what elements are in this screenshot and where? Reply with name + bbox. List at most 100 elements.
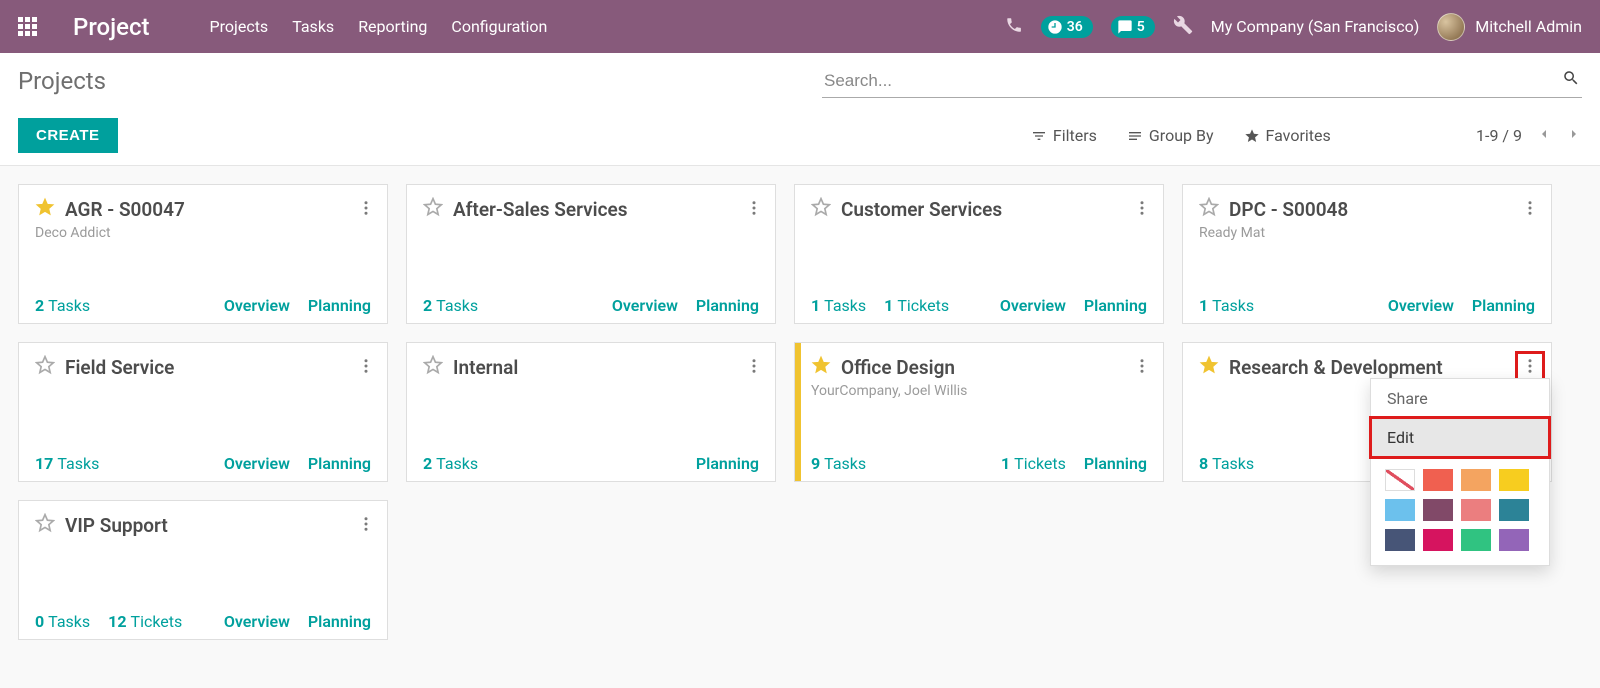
project-card[interactable]: VIP Support0 Tasks12 TicketsOverviewPlan… — [18, 500, 388, 640]
user-menu[interactable]: Mitchell Admin — [1437, 13, 1582, 41]
color-swatch[interactable] — [1461, 499, 1491, 521]
phone-icon[interactable] — [1005, 16, 1023, 38]
star-icon[interactable] — [1199, 197, 1219, 221]
project-link-overview[interactable]: Overview — [1000, 296, 1066, 315]
project-link-planning[interactable]: Planning — [1084, 454, 1147, 473]
project-link-tickets[interactable]: 1 Tickets — [1001, 454, 1066, 473]
card-menu-icon[interactable] — [1129, 353, 1155, 383]
project-link-tickets[interactable]: 12 Tickets — [108, 612, 182, 631]
pager-next[interactable] — [1566, 126, 1582, 146]
project-link-tasks[interactable]: 2 Tasks — [35, 296, 90, 315]
color-swatch[interactable] — [1499, 469, 1529, 491]
user-name: Mitchell Admin — [1475, 17, 1582, 36]
developer-tools-icon[interactable] — [1173, 15, 1193, 39]
project-card[interactable]: Customer Services 1 Tasks 1 Tickets Overvie… — [794, 184, 1164, 324]
project-stats: 1 Tasks 1 Tickets Overview Planning — [811, 296, 1147, 315]
project-link-planning[interactable]: Planning — [696, 454, 759, 473]
project-title: Customer Services — [841, 198, 1002, 221]
filters-toggle[interactable]: Filters — [1031, 126, 1097, 145]
nav-projects[interactable]: Projects — [210, 17, 269, 36]
pager-prev[interactable] — [1536, 126, 1552, 146]
card-menu-icon[interactable] — [353, 511, 379, 541]
project-link-planning[interactable]: Planning — [1472, 296, 1535, 315]
favorites-toggle[interactable]: Favorites — [1244, 126, 1331, 145]
color-swatch[interactable] — [1461, 469, 1491, 491]
project-link-tasks[interactable]: 2 Tasks — [423, 296, 478, 315]
apps-icon[interactable] — [18, 17, 37, 36]
project-link-tasks[interactable]: 1 Tasks — [811, 296, 866, 315]
project-title: Office Design — [841, 356, 955, 379]
top-navbar: Project Projects Tasks Reporting Configu… — [0, 0, 1600, 53]
color-swatch[interactable] — [1385, 469, 1415, 491]
star-icon[interactable] — [423, 355, 443, 379]
project-link-tasks[interactable]: 8 Tasks — [1199, 454, 1254, 473]
search-icon[interactable] — [1562, 69, 1580, 91]
card-menu-icon[interactable] — [353, 195, 379, 225]
project-card[interactable]: AGR - S00047 Deco Addict 2 Tasks Overview Pl… — [18, 184, 388, 324]
color-swatch[interactable] — [1423, 499, 1453, 521]
project-link-overview[interactable]: Overview — [224, 454, 290, 473]
card-context-menu: Share Edit — [1370, 378, 1550, 566]
project-link-overview[interactable]: Overview — [612, 296, 678, 315]
nav-tasks[interactable]: Tasks — [292, 17, 334, 36]
color-swatch[interactable] — [1499, 499, 1529, 521]
project-card[interactable]: Field Service17 TasksOverviewPlanning — [18, 342, 388, 482]
messages-badge[interactable]: 5 — [1111, 16, 1155, 38]
project-link-tasks[interactable]: 1 Tasks — [1199, 296, 1254, 315]
project-title: Internal — [453, 356, 518, 379]
project-link-tasks[interactable]: 2 Tasks — [423, 454, 478, 473]
star-icon[interactable] — [811, 197, 831, 221]
kanban-board: AGR - S00047 Deco Addict 2 Tasks Overview Pl… — [0, 166, 1600, 658]
card-menu-icon[interactable] — [353, 353, 379, 383]
star-icon[interactable] — [811, 355, 831, 379]
project-link-planning[interactable]: Planning — [1084, 296, 1147, 315]
color-swatch[interactable] — [1385, 499, 1415, 521]
star-icon[interactable] — [35, 355, 55, 379]
control-panel: Projects CREATE Filters Group By Favorit… — [0, 53, 1600, 166]
project-link-tasks[interactable]: 0 Tasks — [35, 612, 90, 631]
project-title: AGR - S00047 — [65, 198, 185, 221]
color-swatch[interactable] — [1499, 529, 1529, 551]
nav-reporting[interactable]: Reporting — [358, 17, 427, 36]
project-link-tickets[interactable]: 1 Tickets — [884, 296, 949, 315]
project-link-planning[interactable]: Planning — [308, 454, 371, 473]
project-card[interactable]: DPC - S00048Ready Mat1 TasksOverviewPlan… — [1182, 184, 1552, 324]
avatar — [1437, 13, 1465, 41]
project-link-planning[interactable]: Planning — [308, 296, 371, 315]
card-menu-icon[interactable] — [741, 353, 767, 383]
color-swatch[interactable] — [1461, 529, 1491, 551]
card-menu-icon[interactable] — [741, 195, 767, 225]
project-stats: 0 Tasks 12 Tickets Overview Planning — [35, 612, 371, 631]
project-link-tasks[interactable]: 17 Tasks — [35, 454, 99, 473]
card-menu-icon[interactable] — [1129, 195, 1155, 225]
groupby-toggle[interactable]: Group By — [1127, 126, 1214, 145]
create-button[interactable]: CREATE — [18, 118, 118, 153]
star-icon[interactable] — [1199, 355, 1219, 379]
project-link-planning[interactable]: Planning — [696, 296, 759, 315]
project-link-planning[interactable]: Planning — [308, 612, 371, 631]
star-icon[interactable] — [35, 197, 55, 221]
project-link-tasks[interactable]: 9 Tasks — [811, 454, 866, 473]
color-swatch[interactable] — [1423, 469, 1453, 491]
project-link-overview[interactable]: Overview — [1388, 296, 1454, 315]
card-menu-icon[interactable] — [1517, 195, 1543, 225]
star-icon[interactable] — [423, 197, 443, 221]
menu-edit[interactable]: Edit — [1371, 418, 1549, 457]
page-title: Projects — [18, 67, 106, 95]
project-link-overview[interactable]: Overview — [224, 612, 290, 631]
nav-configuration[interactable]: Configuration — [451, 17, 547, 36]
project-subtitle: Ready Mat — [1199, 225, 1535, 241]
star-icon[interactable] — [35, 513, 55, 537]
project-card[interactable]: Internal 2 Tasks Planning — [406, 342, 776, 482]
search-input[interactable] — [822, 67, 1582, 98]
menu-share[interactable]: Share — [1371, 379, 1549, 418]
project-subtitle: Deco Addict — [35, 225, 371, 241]
timer-count: 36 — [1067, 19, 1083, 35]
color-swatch[interactable] — [1423, 529, 1453, 551]
project-link-overview[interactable]: Overview — [224, 296, 290, 315]
color-swatch[interactable] — [1385, 529, 1415, 551]
project-card[interactable]: After-Sales Services2 TasksOverviewPlann… — [406, 184, 776, 324]
timer-badge[interactable]: 36 — [1041, 16, 1093, 38]
company-switcher[interactable]: My Company (San Francisco) — [1211, 17, 1420, 36]
project-card[interactable]: Office DesignYourCompany, Joel Willis9 T… — [794, 342, 1164, 482]
